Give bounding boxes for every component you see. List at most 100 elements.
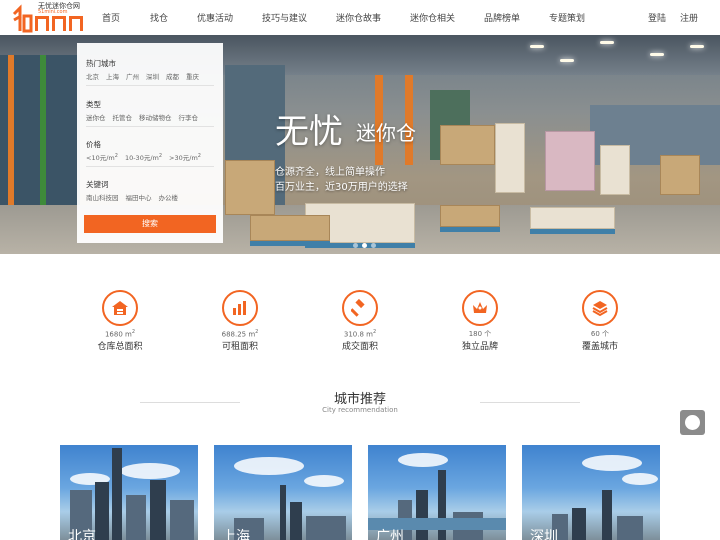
hero-title: 无忧: [275, 112, 343, 152]
city-option[interactable]: 深圳: [146, 73, 159, 81]
nav-topics[interactable]: 专题策划: [549, 11, 585, 24]
city-card-shanghai[interactable]: 上海: [214, 445, 352, 540]
keyword-option[interactable]: 福田中心: [126, 194, 152, 202]
cloud: [120, 463, 180, 479]
ceiling-light: [650, 53, 664, 56]
crown-icon: [473, 302, 487, 313]
stat-value-text: 180 个: [468, 330, 492, 338]
cardboard-box: [250, 215, 330, 241]
divider: [86, 85, 214, 86]
cardboard-box: [440, 205, 500, 227]
cloud: [234, 457, 304, 475]
stat-brands: 180 个 独立品牌: [440, 290, 520, 352]
price-option[interactable]: 10-30元/m2: [125, 152, 163, 162]
floating-back-button[interactable]: [680, 410, 705, 435]
city-option[interactable]: 重庆: [186, 73, 199, 81]
nav-find-storage[interactable]: 找仓: [150, 11, 168, 24]
keyword-option[interactable]: 办公楼: [159, 194, 179, 202]
city-option[interactable]: 广州: [126, 73, 139, 81]
ceiling-light: [600, 41, 614, 44]
stat-cities: 60 个 覆盖城市: [560, 290, 640, 352]
cardboard-box: [660, 155, 700, 195]
warehouse-icon: [112, 301, 128, 315]
blue-pallet: [530, 229, 615, 234]
city-card-guangzhou[interactable]: 广州: [368, 445, 506, 540]
building: [306, 516, 346, 540]
stat-value: 688.25 m2: [200, 329, 280, 338]
cloud: [582, 455, 642, 471]
building: [112, 448, 122, 540]
stat-deal-area: 310.8 m2 成交面积: [320, 290, 400, 352]
nav-promotions[interactable]: 优惠活动: [197, 11, 233, 24]
stat-value-text: 1680 m: [104, 330, 132, 339]
carousel-dot-active[interactable]: [362, 243, 367, 248]
hero-subtitle: 迷你仓: [356, 121, 416, 145]
divider: [86, 126, 214, 127]
city-card-shenzhen[interactable]: 深圳: [522, 445, 660, 540]
type-option[interactable]: 托管仓: [113, 114, 133, 122]
stat-label: 独立品牌: [461, 342, 498, 352]
top-nav: 无忧迷你仓网 51mini.com 首页 找仓 优惠活动 技巧与建议 迷你仓故事…: [0, 0, 720, 35]
type-option[interactable]: 行李仓: [179, 114, 199, 122]
keyword-option[interactable]: 南山科技园: [86, 194, 119, 202]
price-option[interactable]: >30元/m2: [169, 152, 201, 162]
superscript: 2: [255, 329, 259, 335]
section-divider-left: [140, 402, 240, 403]
hot-city-list: 北京 上海 广州 深圳 成都 重庆: [86, 71, 206, 81]
superscript: 2: [197, 152, 201, 159]
stat-value: 1680 m2: [80, 329, 160, 338]
building: [170, 500, 194, 540]
price-option[interactable]: <10元/m2: [86, 152, 118, 162]
stat-label: 仓库总面积: [97, 342, 143, 352]
superscript: 2: [158, 152, 163, 159]
stat-value: 310.8 m2: [320, 329, 400, 338]
nav-brand-ranking[interactable]: 品牌榜单: [484, 11, 520, 24]
stat-icon-circle: [222, 290, 258, 326]
stat-value-text: 688.25 m: [221, 330, 256, 339]
building: [572, 508, 586, 540]
login-link[interactable]: 登陆: [648, 11, 666, 24]
stat-rentable-area: 688.25 m2 可租面积: [200, 290, 280, 352]
stacked-boxes: [495, 123, 525, 193]
price-text: <10元/m: [86, 154, 115, 162]
city-name: 深圳: [530, 529, 558, 540]
city-name: 北京: [68, 529, 96, 540]
nav-tips[interactable]: 技巧与建议: [262, 11, 307, 24]
cloud: [398, 453, 448, 467]
stat-label: 成交面积: [341, 342, 378, 352]
city-name: 上海: [222, 529, 250, 540]
type-option[interactable]: 移动储物仓: [139, 114, 172, 122]
building: [126, 495, 146, 540]
register-link[interactable]: 注册: [680, 11, 698, 24]
price-label: 价格: [86, 140, 101, 149]
hero-tagline-1: 仓源齐全，线上简单操作: [275, 167, 385, 178]
city-option[interactable]: 上海: [106, 73, 119, 81]
cloud: [622, 473, 658, 485]
carousel-dot[interactable]: [371, 243, 376, 248]
nav-related[interactable]: 迷你仓相关: [410, 11, 455, 24]
ceiling-light: [690, 45, 704, 48]
section-divider-right: [480, 402, 580, 403]
building: [280, 485, 286, 540]
city-option[interactable]: 北京: [86, 73, 99, 81]
city-card-beijing[interactable]: 北京: [60, 445, 198, 540]
nav-stories[interactable]: 迷你仓故事: [336, 11, 381, 24]
city-option[interactable]: 成都: [166, 73, 179, 81]
keyword-list: 南山科技园 福田中心 办公楼: [86, 192, 185, 202]
carousel-dot[interactable]: [353, 243, 358, 248]
building: [95, 482, 109, 540]
stat-value-text: 60 个: [590, 330, 610, 338]
cardboard-box: [225, 160, 275, 215]
cardboard-box: [440, 125, 495, 165]
building: [617, 516, 643, 540]
search-button[interactable]: 搜索: [84, 215, 216, 233]
price-list: <10元/m2 10-30元/m2 >30元/m2: [86, 152, 208, 162]
stat-label: 覆盖城市: [581, 342, 618, 352]
divider: [86, 166, 214, 167]
superscript: 2: [114, 152, 118, 159]
type-option[interactable]: 迷你仓: [86, 114, 106, 122]
nav-home[interactable]: 首页: [102, 11, 120, 24]
gavel-icon: [351, 299, 365, 317]
hot-city-label: 热门城市: [86, 59, 116, 68]
stacked-boxes: [530, 207, 615, 229]
